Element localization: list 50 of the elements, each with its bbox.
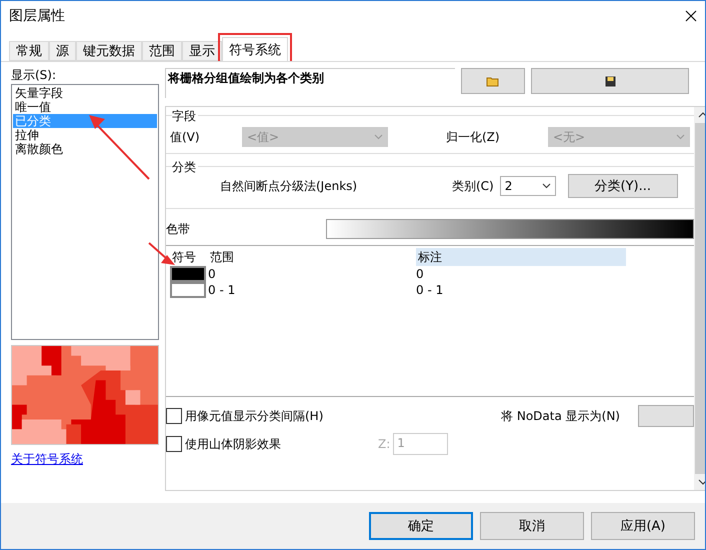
window-title: 图层属性: [9, 7, 65, 25]
field-label: 值(V): [170, 130, 201, 144]
chevron-down-icon: [374, 134, 383, 140]
chevron-down-icon: [542, 183, 551, 189]
list-item[interactable]: 唯一值: [13, 100, 157, 114]
group-title: 字段: [172, 109, 198, 123]
classify-button[interactable]: 分类(Y)...: [568, 174, 678, 198]
column-header[interactable]: 符号: [170, 248, 208, 266]
tab[interactable]: 范围: [142, 41, 182, 61]
group-title: 分类: [172, 160, 198, 174]
list-item[interactable]: 拉伸: [13, 128, 157, 142]
table-cell-text: 0 - 1: [208, 283, 236, 297]
color-ramp[interactable]: [326, 219, 694, 239]
display-label: 显示(S):: [11, 68, 58, 83]
table-cell-text: 0 - 1: [416, 283, 444, 297]
checkbox[interactable]: [166, 436, 182, 452]
nodata-color-button[interactable]: [638, 405, 694, 427]
folder-icon: [486, 75, 500, 87]
list-item[interactable]: 离散颜色: [13, 142, 157, 156]
checkbox-label: 用像元值显示分类间隔(H): [185, 408, 324, 424]
dialog-button[interactable]: 确定: [369, 512, 473, 540]
save-icon: [604, 76, 616, 86]
annotation-arrow: [87, 113, 151, 181]
tab[interactable]: 键元数据: [76, 41, 142, 61]
description-text: 将栅格分组值绘制为各个类别: [165, 68, 455, 98]
z-label: Z:: [378, 436, 390, 452]
tab[interactable]: 源: [49, 41, 76, 61]
checkbox[interactable]: [166, 408, 182, 424]
column-header[interactable]: 标注: [416, 248, 626, 266]
dialog-button[interactable]: 应用(A): [591, 512, 695, 540]
method-text: 自然间断点分级法(Jenks): [220, 178, 358, 194]
about-link[interactable]: 关于符号系统: [11, 451, 159, 468]
symbol-swatch[interactable]: [170, 266, 206, 282]
nodata-label: 将 NoData 显示为(N): [501, 408, 620, 424]
classes-label: 类别(C): [452, 178, 494, 194]
symbol-swatch[interactable]: [170, 282, 206, 298]
open-button[interactable]: [461, 68, 525, 94]
tab[interactable]: 常规: [9, 41, 49, 61]
classes-dropdown[interactable]: 2: [500, 176, 556, 196]
close-icon[interactable]: [685, 10, 697, 22]
dialog-button[interactable]: 取消: [480, 512, 584, 540]
column-header[interactable]: 范围: [208, 248, 416, 266]
field-label: 归一化(Z): [446, 130, 501, 144]
table-cell-text: 0: [208, 267, 217, 281]
checkbox-label: 使用山体阴影效果: [185, 436, 282, 452]
table-cell-text: 0: [416, 267, 425, 281]
list-item[interactable]: 矢量字段: [13, 86, 157, 100]
color-ramp-label: 色带: [166, 222, 190, 236]
chevron-down-icon: [676, 134, 685, 140]
tab[interactable]: 显示: [182, 41, 222, 61]
